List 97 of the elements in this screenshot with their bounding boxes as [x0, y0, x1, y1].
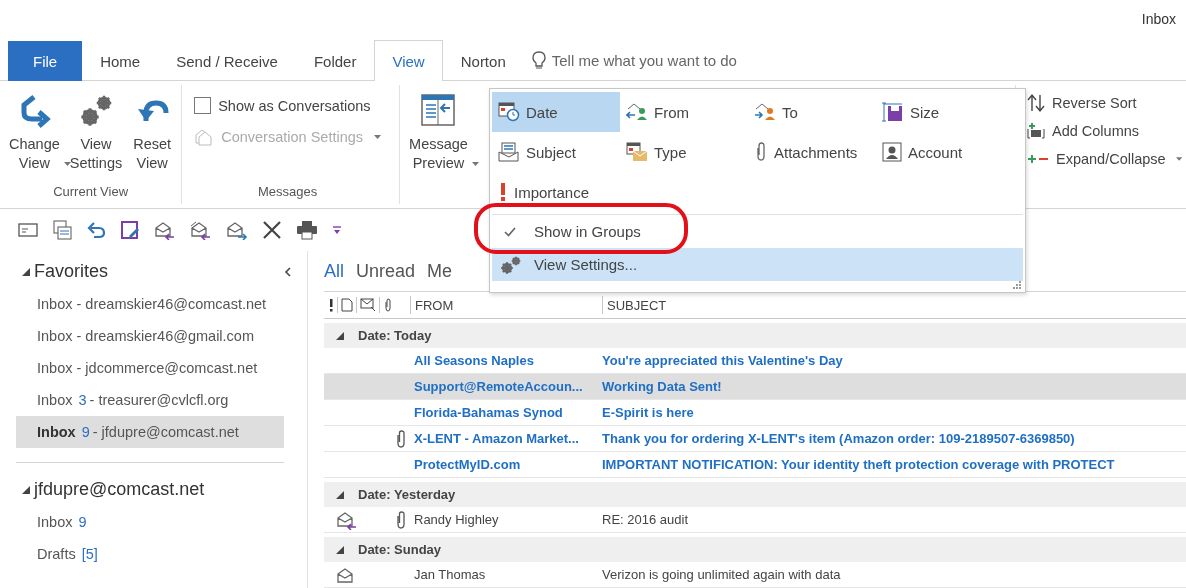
column-header[interactable]: SUBJECT [602, 296, 671, 314]
folder-item[interactable]: Inbox 3 - treasurer@cvlcfl.org [16, 384, 284, 416]
filter-tab[interactable]: Unread [356, 260, 416, 282]
expanded-triangle-icon[interactable] [336, 331, 344, 340]
contact-card-icon [882, 142, 902, 162]
ribbon-tab[interactable]: Norton [442, 41, 524, 81]
reply-icon[interactable] [154, 220, 176, 240]
expand-button[interactable]: Expand/Collapse [1026, 149, 1182, 169]
calendar-clock-icon [498, 102, 520, 122]
importance-column-icon[interactable] [328, 298, 334, 312]
card-icon[interactable] [18, 221, 38, 239]
arrange-option[interactable]: Size [876, 92, 1004, 132]
ribbon-tab[interactable]: Home [82, 41, 159, 81]
sender-name: All Seasons Naples [413, 353, 535, 368]
print-icon[interactable] [296, 220, 318, 240]
reply-all-icon[interactable] [190, 220, 212, 240]
expanded-triangle-icon[interactable] [22, 267, 30, 276]
reset-view-button[interactable]: Reset View [129, 89, 176, 184]
arrange-option[interactable]: Type [620, 132, 748, 172]
delete-icon[interactable] [262, 220, 282, 240]
paperclip-icon [754, 142, 768, 162]
message-subject: You're appreciated this Valentine's Day [602, 353, 843, 368]
message-subject: Thank you for ordering X-LENT's item (Amazon order: 109-2189507-6369850) [602, 431, 1075, 446]
filter-tab[interactable]: Me [427, 260, 453, 282]
show-in-groups-item[interactable]: Show in Groups [492, 215, 1023, 248]
group-label: Current View [52, 184, 130, 201]
folder-item[interactable]: Inbox - jdcommerce@comcast.net [16, 352, 284, 384]
tell-me-field[interactable]: Tell me what you want to do [551, 51, 782, 69]
folder-item[interactable]: Inbox 9 - jfdupre@comcast.net [16, 416, 284, 448]
paperclip-column-icon[interactable] [383, 298, 393, 312]
envelope-column-icon[interactable] [360, 298, 376, 312]
message-preview-button[interactable]: Message Preview [406, 89, 471, 175]
sort-arrows-icon [1026, 93, 1046, 113]
group-label: Messages [257, 184, 319, 201]
folder-item[interactable]: Drafts [5] [16, 538, 284, 570]
folder-item[interactable]: Inbox - dreamskier46@comcast.net [16, 288, 284, 320]
settings-view-button[interactable]: View Settings [66, 89, 126, 184]
columns-button[interactable]: Add Columns [1026, 121, 1182, 141]
message-subject: E-Spirit is here [602, 405, 694, 420]
message-subject-icon [498, 142, 520, 162]
customize-caret-icon[interactable] [332, 224, 342, 236]
file-tab[interactable]: File [8, 41, 83, 81]
message-subject: RE: 2016 audit [602, 512, 688, 527]
ribbon-tab[interactable]: View [374, 40, 443, 81]
folder-item[interactable]: Inbox 9 [16, 506, 284, 538]
lightbulb-icon [531, 51, 546, 69]
column-header[interactable]: FROM [410, 296, 602, 314]
filter-tab[interactable]: All [324, 260, 344, 282]
exclamation-icon [498, 182, 508, 202]
envelope-calendar-icon [626, 142, 648, 162]
sender-name: X-LENT - Amazon Market... [413, 431, 580, 446]
conversation-icon [194, 128, 215, 146]
paperclip-icon [396, 429, 406, 448]
add-column-icon [1026, 121, 1046, 141]
ribbon-tab[interactable]: Folder [295, 41, 375, 81]
sender-name: ProtectMyID.com [413, 457, 522, 472]
resize-grip-icon [1013, 281, 1021, 289]
sender-name: Support@RemoteAccoun... [413, 379, 584, 394]
arrange-option[interactable]: From [620, 92, 748, 132]
collapse-chevron-icon[interactable] [283, 265, 293, 278]
reverse-button[interactable]: Reverse Sort [1026, 93, 1182, 113]
document-column-icon[interactable] [341, 298, 353, 312]
expanded-triangle-icon[interactable] [336, 545, 344, 554]
view-settings-item[interactable]: View Settings... [492, 248, 1023, 281]
recipient-icon [754, 102, 776, 122]
message-subject: Working Data Sent! [602, 379, 722, 394]
save-edit-icon[interactable] [120, 220, 140, 240]
show-as-conversations-checkbox[interactable]: Show as Conversations [194, 97, 382, 114]
forward-icon[interactable] [226, 220, 248, 240]
gears-icon [500, 254, 522, 275]
message-subject: IMPORTANT NOTIFICATION: Your identity theft protection coverage with PROTECT [602, 457, 1115, 472]
ribbon-tab[interactable]: Send / Receive [158, 41, 296, 81]
window-title: Inbox [1141, 11, 1176, 27]
group-header[interactable]: Date: Yesterday [358, 487, 456, 502]
disk-size-icon [882, 102, 904, 122]
sender-icon [626, 102, 648, 122]
arrange-option[interactable]: Account [876, 132, 1004, 172]
expanded-triangle-icon[interactable] [336, 490, 344, 499]
change-view-button[interactable]: Change View [6, 89, 63, 184]
arrange-option[interactable]: Date [492, 92, 620, 132]
folder-item[interactable]: Inbox - dreamskier46@gmail.com [16, 320, 284, 352]
message-subject: Verizon is going unlimited again with data [602, 567, 841, 582]
arrange-option[interactable]: To [748, 92, 876, 132]
sender-name: Randy Highley [413, 512, 500, 527]
undo-icon[interactable] [86, 221, 106, 239]
sender-name: Florida-Bahamas Synod [413, 405, 564, 420]
favorites-header[interactable]: Favorites [34, 261, 109, 282]
account-header[interactable]: jfdupre@comcast.net [34, 479, 205, 500]
group-header[interactable]: Date: Today [358, 328, 432, 343]
arrange-option[interactable]: Importance [492, 172, 620, 212]
sender-name: Jan Thomas [413, 567, 487, 582]
paperclip-icon [396, 510, 406, 529]
group-header[interactable]: Date: Sunday [358, 542, 442, 557]
arrange-option[interactable]: Subject [492, 132, 620, 172]
arrange-option[interactable]: Attachments [748, 132, 876, 172]
expanded-triangle-icon[interactable] [22, 485, 30, 494]
form-icon[interactable] [52, 220, 72, 240]
